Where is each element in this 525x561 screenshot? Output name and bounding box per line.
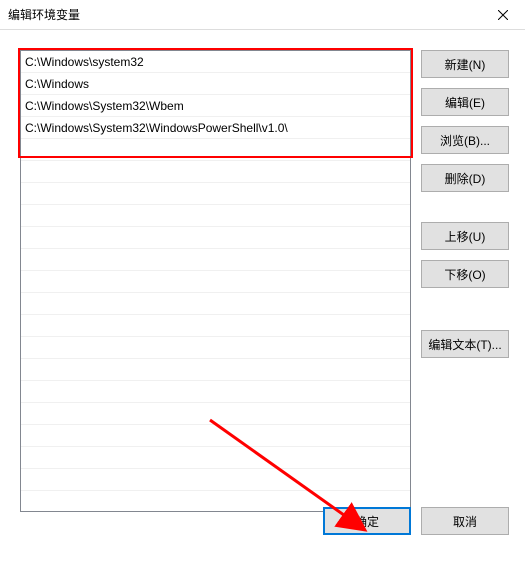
list-item[interactable]: C:\Windows\system32 [21, 51, 410, 73]
list-item[interactable] [21, 381, 410, 403]
list-item[interactable] [21, 469, 410, 491]
list-item[interactable] [21, 315, 410, 337]
new-button[interactable]: 新建(N) [421, 50, 509, 78]
titlebar: 编辑环境变量 [0, 0, 525, 30]
list-item[interactable]: C:\Windows\System32\Wbem [21, 95, 410, 117]
list-item[interactable] [21, 359, 410, 381]
close-button[interactable] [480, 0, 525, 29]
edit-button[interactable]: 编辑(E) [421, 88, 509, 116]
cancel-button[interactable]: 取消 [421, 507, 509, 535]
ok-button[interactable]: 确定 [323, 507, 411, 535]
browse-button[interactable]: 浏览(B)... [421, 126, 509, 154]
list-item[interactable] [21, 337, 410, 359]
list-item[interactable] [21, 293, 410, 315]
list-item[interactable] [21, 271, 410, 293]
edittext-button[interactable]: 编辑文本(T)... [421, 330, 509, 358]
bottom-buttons: 确定 取消 [323, 507, 509, 545]
movedown-button[interactable]: 下移(O) [421, 260, 509, 288]
list-item[interactable] [21, 425, 410, 447]
list-item[interactable] [21, 447, 410, 469]
list-item[interactable] [21, 403, 410, 425]
list-item[interactable] [21, 205, 410, 227]
list-item[interactable] [21, 139, 410, 161]
moveup-button[interactable]: 上移(U) [421, 222, 509, 250]
window-title: 编辑环境变量 [8, 6, 80, 23]
list-item[interactable] [21, 227, 410, 249]
list-item[interactable]: C:\Windows\System32\WindowsPowerShell\v1… [21, 117, 410, 139]
button-column: 新建(N) 编辑(E) 浏览(B)... 删除(D) 上移(U) 下移(O) 编… [421, 50, 509, 545]
list-item[interactable]: C:\Windows [21, 73, 410, 95]
list-wrap: C:\Windows\system32 C:\Windows C:\Window… [20, 50, 411, 545]
close-icon [498, 10, 508, 20]
list-item[interactable] [21, 161, 410, 183]
list-item[interactable] [21, 249, 410, 271]
delete-button[interactable]: 删除(D) [421, 164, 509, 192]
dialog-content: C:\Windows\system32 C:\Windows C:\Window… [0, 30, 525, 561]
list-item[interactable] [21, 183, 410, 205]
path-listbox[interactable]: C:\Windows\system32 C:\Windows C:\Window… [20, 50, 411, 512]
